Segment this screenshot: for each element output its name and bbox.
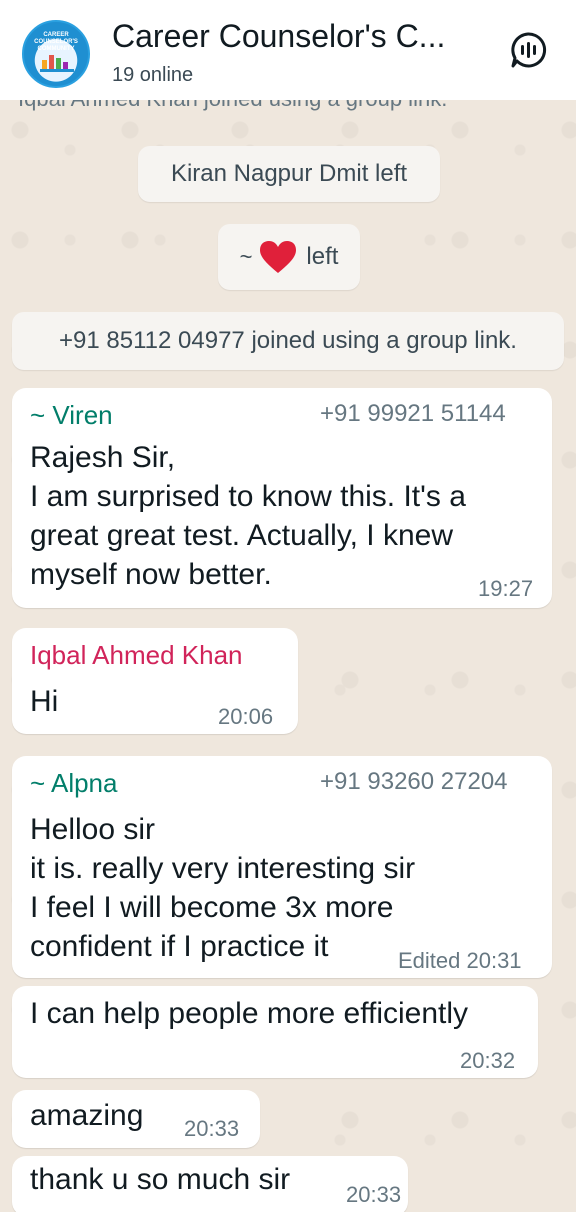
message-text: Rajesh Sir, I am surprised to know this.… (30, 441, 466, 591)
group-voice-call-icon[interactable] (508, 30, 548, 70)
group-avatar[interactable]: CAREER COUNSELOR'S COMMUNITY (22, 20, 90, 88)
message-time: 19:27 (478, 576, 534, 601)
sender-phone: +91 93260 27204 (320, 768, 508, 795)
system-message-left-heart: ~ left (218, 224, 360, 290)
message-time: 20:32 (460, 1048, 516, 1073)
message-text: I can help people more efficiently (30, 997, 469, 1030)
message-time: 20:33 (346, 1182, 402, 1207)
chat-header[interactable]: CAREER COUNSELOR'S COMMUNITY Career Coun… (0, 0, 576, 100)
avatar-text: CAREER COUNSELOR'S COMMUNITY (34, 32, 78, 52)
message-time: 20:33 (184, 1116, 240, 1141)
system-message-joined: +91 85112 04977 joined using a group lin… (12, 312, 564, 370)
system-message-partial: Iqbal Ahmed Khan joined using a group li… (0, 100, 576, 118)
message-text: Hi (30, 685, 59, 718)
message-bubble-iqbal[interactable]: Iqbal Ahmed Khan Hi 20:06 (12, 628, 298, 734)
message-time-edited: Edited 20:31 (398, 948, 522, 973)
message-text: amazing (30, 1099, 144, 1132)
message-bubble[interactable]: I can help people more efficiently 20:32 (12, 986, 538, 1078)
message-bubble[interactable]: thank u so much sir 20:33 (12, 1156, 408, 1212)
system-message-left: Kiran Nagpur Dmit left (138, 146, 440, 202)
heart-icon (260, 241, 297, 273)
message-bubble-alpna[interactable]: ~ Alpna +91 93260 27204 Helloo sir it is… (12, 756, 552, 978)
city-skyline-icon (40, 55, 74, 72)
sender-name[interactable]: Iqbal Ahmed Khan (30, 640, 243, 671)
sender-phone: +91 99921 51144 (320, 400, 506, 427)
message-text: thank u so much sir (30, 1163, 291, 1196)
message-text: Helloo sir it is. really very interestin… (30, 813, 416, 963)
message-bubble-viren[interactable]: ~ Viren +91 99921 51144 Rajesh Sir, I am… (12, 388, 552, 608)
chat-title[interactable]: Career Counselor's C... (112, 18, 492, 55)
online-count: 19 online (112, 64, 194, 86)
message-time: 20:06 (218, 704, 274, 729)
message-bubble[interactable]: amazing 20:33 (12, 1090, 260, 1148)
sender-name[interactable]: ~ Viren (30, 400, 113, 431)
sender-name[interactable]: ~ Alpna (30, 768, 117, 799)
